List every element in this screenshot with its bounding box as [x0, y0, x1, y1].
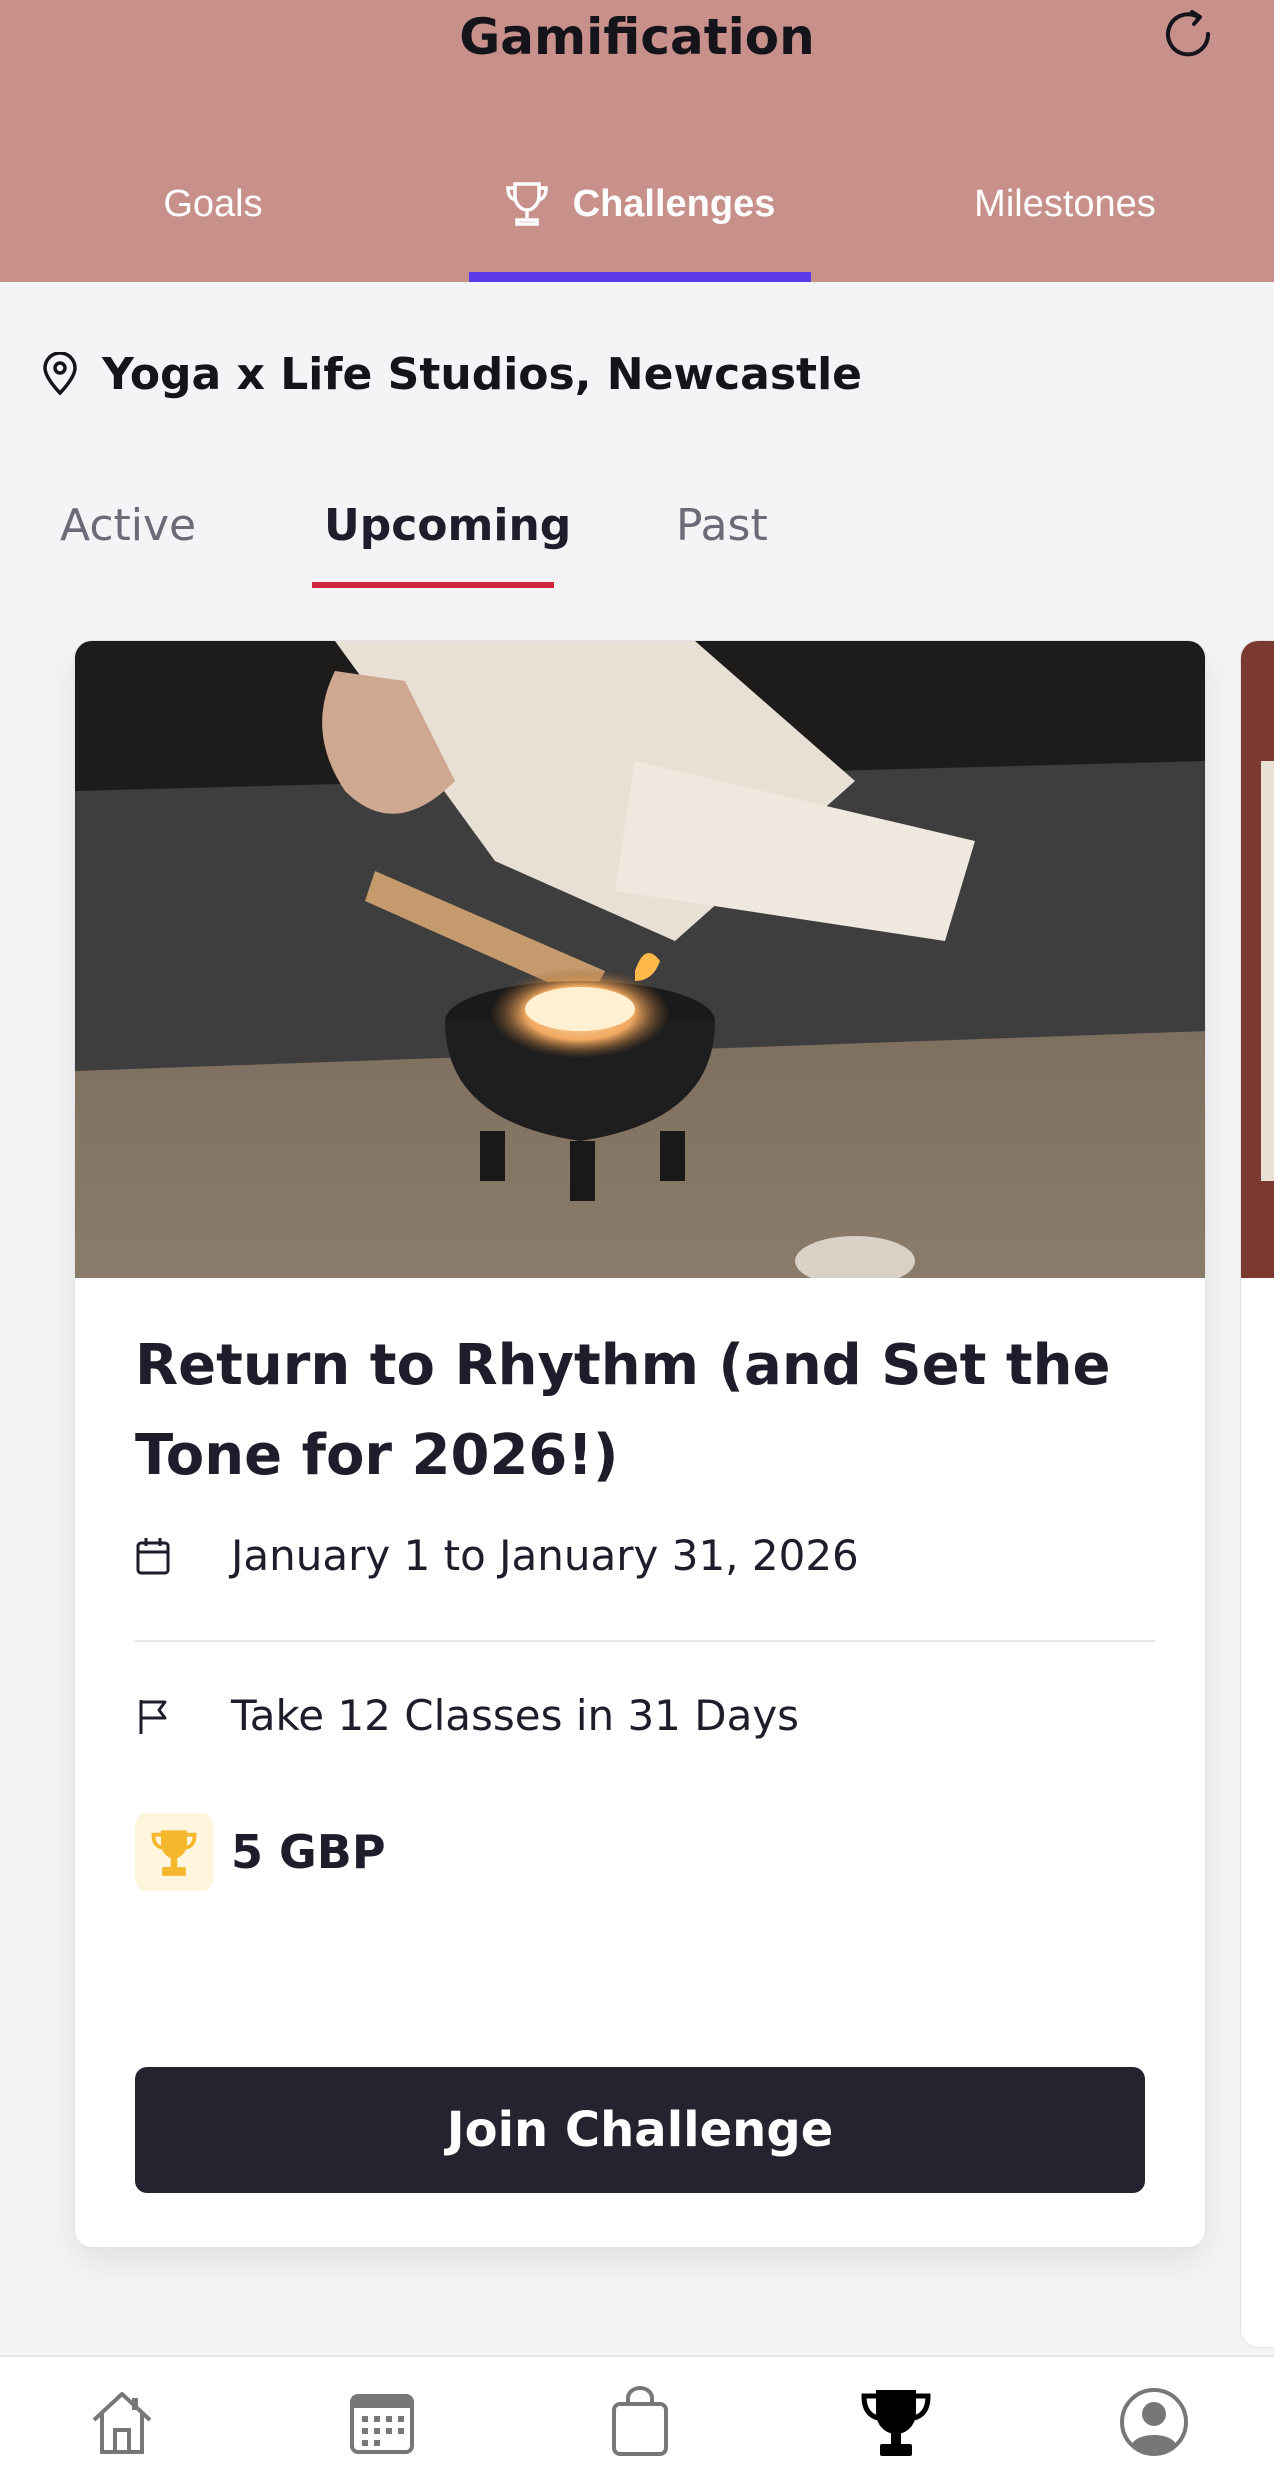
profile-icon [1120, 2388, 1188, 2456]
page-title: Gamification [459, 8, 815, 66]
nav-home[interactable] [72, 2377, 172, 2467]
trophy-icon [151, 1830, 197, 1876]
next-challenge-image [1241, 641, 1274, 1278]
location-pin-icon [43, 352, 77, 396]
card-divider [135, 1640, 1155, 1642]
top-tabs: Goals Challenges Milestones [0, 180, 1274, 282]
app-header: Gamification Goals Challenges Milestones [0, 0, 1274, 282]
challenge-goal-row: Take 12 Classes in 31 Days [135, 1691, 799, 1740]
challenge-goal: Take 12 Classes in 31 Days [231, 1691, 800, 1740]
challenge-dates: January 1 to January 31, 2026 [231, 1531, 859, 1580]
challenge-image [75, 641, 1205, 1278]
subtab-active[interactable]: Active [60, 500, 196, 570]
home-icon [92, 2392, 152, 2454]
challenge-reward: 5 GBP [135, 1813, 386, 1891]
shopping-bag-icon [612, 2386, 668, 2456]
nav-calendar[interactable] [332, 2377, 432, 2467]
flag-icon [139, 1699, 167, 1734]
refresh-button[interactable] [1154, 0, 1226, 72]
active-tab-indicator [469, 272, 811, 282]
reward-amount: 5 GBP [231, 1825, 386, 1879]
challenge-dates-row: January 1 to January 31, 2026 [135, 1531, 859, 1580]
refresh-icon [1166, 10, 1211, 57]
subtab-past[interactable]: Past [676, 500, 768, 570]
nav-profile[interactable] [1104, 2377, 1204, 2467]
challenge-title: Return to Rhythm (and Set the Tone for 2… [135, 1333, 1111, 1488]
tab-challenges[interactable]: Challenges [469, 180, 811, 282]
tab-goals[interactable]: Goals [110, 180, 316, 282]
bottom-nav [0, 2355, 1274, 2475]
trophy-icon [505, 182, 548, 226]
calendar-icon [136, 1537, 170, 1574]
reward-icon-box [135, 1813, 213, 1891]
calendar-icon [350, 2394, 414, 2454]
tab-milestones[interactable]: Milestones [935, 180, 1195, 282]
subtab-indicator [312, 582, 554, 588]
join-challenge-button[interactable]: Join Challenge [135, 2067, 1145, 2193]
next-challenge-card[interactable] [1240, 640, 1274, 2348]
tab-goals-label: Goals [163, 183, 263, 225]
nav-gamification[interactable] [846, 2377, 946, 2467]
tab-challenges-label: Challenges [572, 183, 776, 225]
tab-milestones-label: Milestones [974, 183, 1156, 225]
location-name: Yoga x Life Studios, Newcastle [102, 348, 862, 400]
location-selector[interactable]: Yoga x Life Studios, Newcastle [40, 344, 862, 404]
subtab-upcoming[interactable]: Upcoming [324, 500, 571, 570]
challenge-card[interactable]: Return to Rhythm (and Set the Tone for 2… [74, 640, 1206, 2248]
nav-shop[interactable] [590, 2377, 690, 2467]
trophy-icon [861, 2390, 931, 2456]
